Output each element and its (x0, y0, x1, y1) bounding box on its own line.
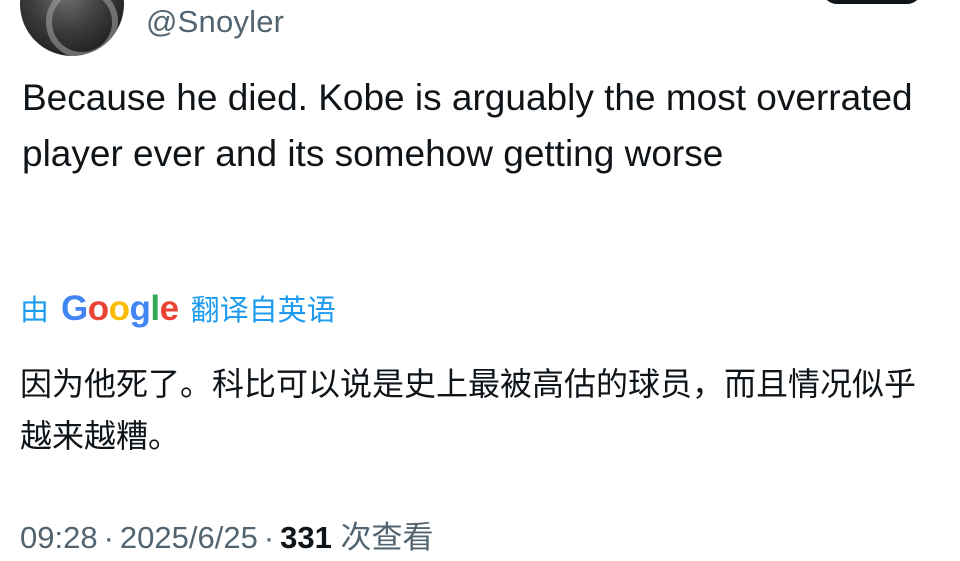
translated-tweet-text: 因为他死了。科比可以说是史上最被高估的球员，而且情况似乎越来越糟。 (20, 366, 917, 454)
tweet-time[interactable]: 09:28 (20, 520, 98, 555)
google-logo: Google (61, 291, 179, 326)
google-logo-letter: e (159, 288, 179, 328)
avatar[interactable] (20, 0, 124, 56)
meta-separator: · (103, 520, 114, 555)
tweet-metadata: 09:28 · 2025/6/25 · 331 次查看 (20, 512, 434, 557)
google-logo-letter: g (129, 288, 151, 328)
translated-by-label: 由 (20, 295, 50, 327)
views-label[interactable]: 次查看 (341, 520, 434, 555)
google-logo-letter: o (108, 288, 130, 328)
follow-button[interactable] (822, 0, 922, 4)
translation-attribution: 由 Google 翻译自英语 (20, 286, 336, 330)
tweet-text: Because he died. Kobe is arguably the mo… (22, 77, 913, 174)
tweet-detail: @Snoyler Because he died. Kobe is arguab… (0, 0, 960, 561)
google-logo-letter: G (61, 288, 88, 328)
meta-separator: · (263, 520, 275, 555)
user-handle[interactable]: @Snoyler (146, 4, 284, 40)
google-logo-letter: o (87, 288, 109, 328)
avatar-image-detail (46, 0, 118, 56)
google-logo-letter: l (150, 288, 160, 328)
tweet-date[interactable]: 2025/6/25 (120, 520, 258, 555)
views-count[interactable]: 331 (280, 520, 332, 555)
translate-source-link[interactable]: 翻译自英语 (191, 287, 336, 329)
